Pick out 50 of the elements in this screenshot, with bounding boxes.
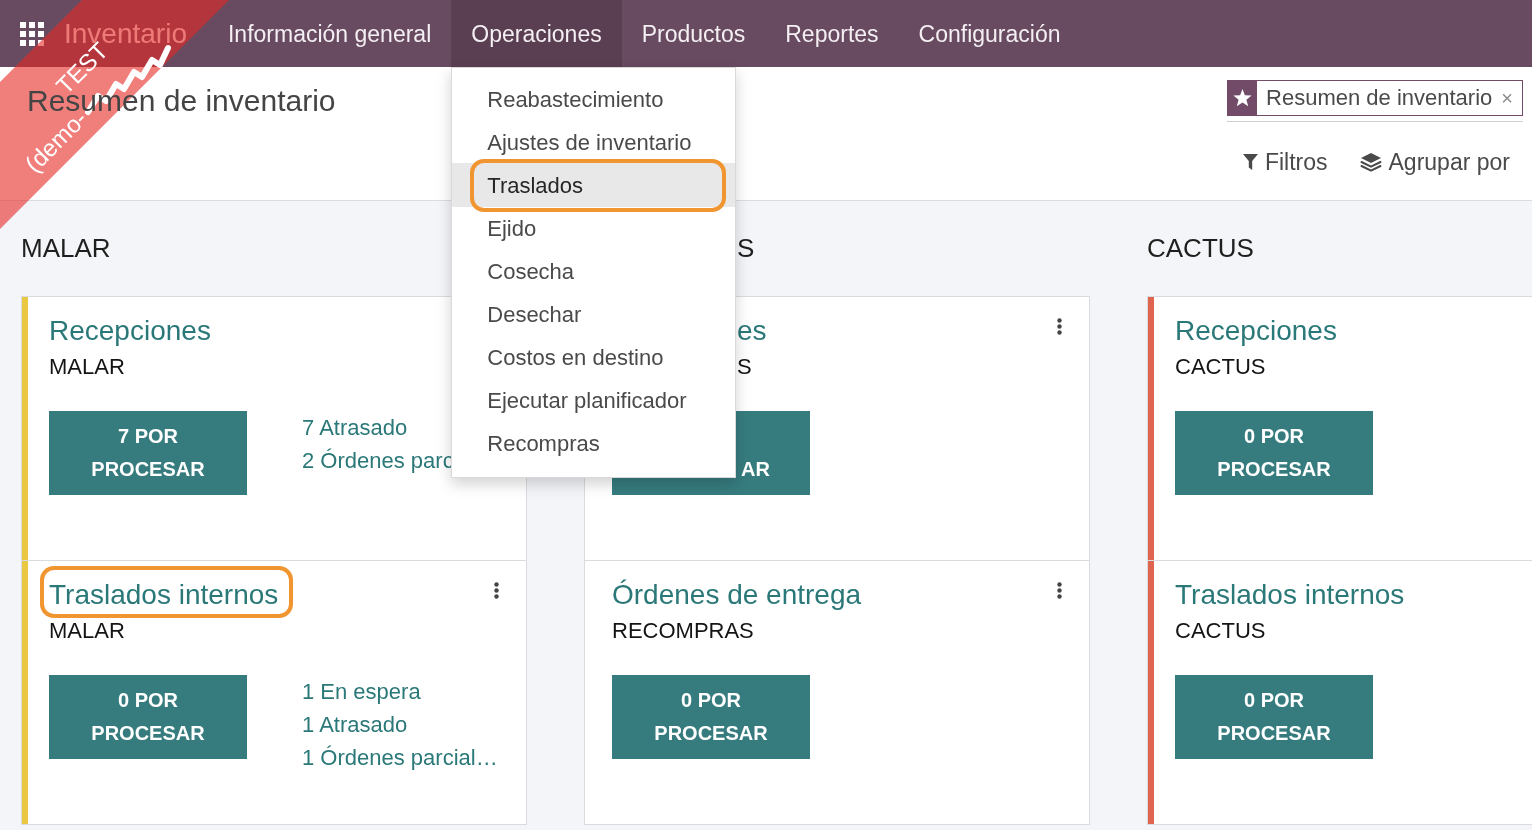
menu-item[interactable]: Recompras [452, 428, 736, 459]
process-button[interactable]: 0 POR PROCESAR [612, 675, 810, 759]
nav-menu-item[interactable]: Configuración [918, 18, 1061, 49]
search-field[interactable]: Resumen de inventario × [1227, 80, 1523, 122]
card-subtitle: S [737, 356, 752, 378]
nav-menu-item[interactable]: Operaciones [451, 0, 622, 67]
card-subtitle: MALAR [49, 356, 125, 378]
nav-menu-item[interactable]: Reportes [785, 18, 879, 49]
kebab-menu-icon[interactable] [1057, 318, 1062, 335]
facet-label: Resumen de inventario [1265, 84, 1494, 112]
status-link[interactable]: 1 Órdenes parcial… [302, 741, 498, 774]
menu-item[interactable]: Ejido [452, 213, 736, 244]
card-title[interactable]: Órdenes de entrega [612, 578, 862, 612]
card-title[interactable]: Recepciones [49, 314, 211, 348]
menu-item[interactable]: Reabastecimiento [452, 84, 736, 115]
process-button[interactable]: 7 POR PROCESAR [49, 411, 247, 495]
kebab-menu-icon[interactable] [494, 582, 499, 599]
apps-grid-icon[interactable] [20, 21, 44, 46]
menu-item[interactable]: Traslados [452, 159, 736, 212]
column-header: S [737, 232, 755, 264]
column-header: CACTUS [1147, 232, 1254, 264]
layers-icon [1359, 152, 1382, 172]
card-subtitle: CACTUS [1175, 356, 1266, 378]
status-link[interactable]: 1 Atrasado [302, 708, 408, 741]
menu-item[interactable]: Ejecutar planificador [452, 385, 736, 416]
process-button[interactable]: 0 POR PROCESAR [49, 675, 247, 759]
remove-facet-button[interactable]: × [1501, 83, 1522, 113]
filters-button[interactable]: Filtros [1242, 147, 1328, 177]
menu-item[interactable]: Cosecha [452, 256, 736, 287]
card-subtitle: CACTUS [1175, 620, 1266, 642]
nav-menu-item[interactable]: Productos [641, 18, 746, 49]
menu-item[interactable]: Desechar [452, 299, 736, 330]
kebab-menu-icon[interactable] [1057, 582, 1062, 599]
column-header: MALAR [21, 232, 111, 264]
status-link[interactable]: 1 En espera [302, 675, 421, 708]
card-title[interactable]: Traslados internos [40, 566, 294, 618]
group-by-button[interactable]: Agrupar por [1359, 147, 1510, 177]
process-button[interactable]: 0 POR PROCESAR [1175, 411, 1373, 495]
menu-item[interactable]: Costos en destino [452, 342, 736, 373]
card-title[interactable]: es [737, 314, 767, 348]
card-subtitle: MALAR [49, 620, 125, 642]
menu-item[interactable]: Ajustes de inventario [452, 127, 736, 158]
process-button[interactable]: 0 POR PROCESAR [1175, 675, 1373, 759]
status-link[interactable]: 2 Órdenes parc [302, 444, 454, 477]
nav-menu-item[interactable]: Información general [227, 18, 432, 49]
status-link[interactable]: 7 Atrasado [302, 411, 408, 444]
card-title[interactable]: Recepciones [1175, 314, 1337, 348]
filter-icon [1242, 154, 1258, 170]
card-subtitle: RECOMPRAS [612, 620, 754, 642]
card-title[interactable]: Traslados internos [1175, 578, 1405, 612]
